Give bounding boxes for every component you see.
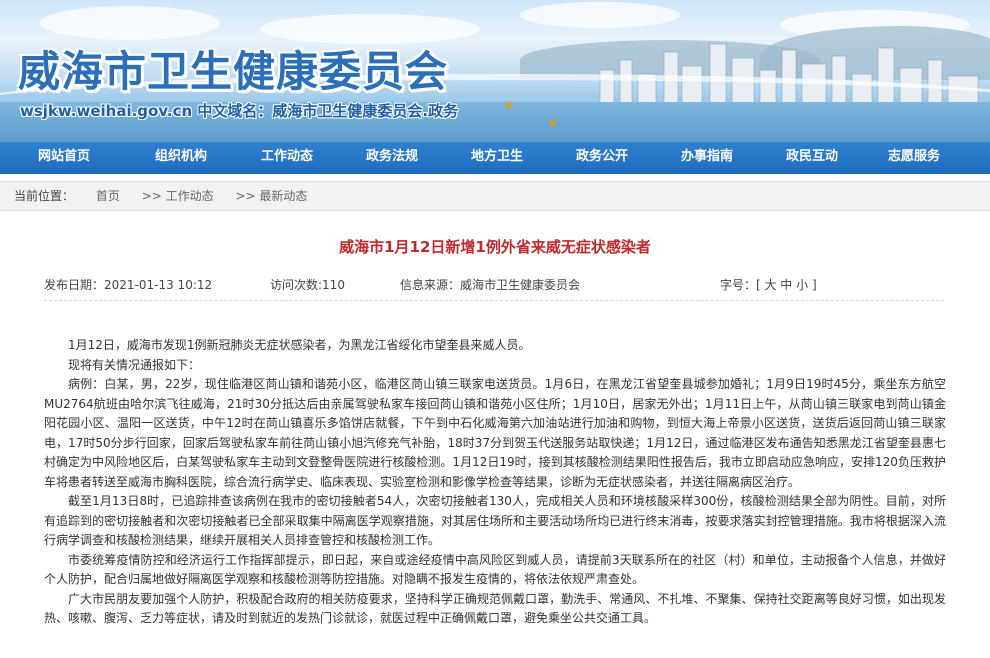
article-meta: 发布日期：2021-01-13 10:12 访问次数:110 信息来源：威海市卫… (44, 276, 944, 292)
info-source: 信息来源：威海市卫生健康委员会 (400, 278, 581, 292)
cloud-decoration (520, 2, 680, 28)
font-size-switch[interactable]: 字号：[ 大 中 小 ] (720, 276, 817, 293)
butterfly-icon: ❦ (548, 116, 559, 130)
site-banner: ❦ ❦ 威海市卫生健康委员会 wsjkw.weihai.gov.cn 中文域名：… (0, 0, 990, 142)
publish-date: 发布日期：2021-01-13 10:12 (44, 278, 213, 292)
paragraph: 病例：白某，男，22岁，现住临港区苘山镇和谐苑小区，临港区苘山镇三联家电送货员。… (44, 377, 946, 489)
main-nav: 网站首页 组织机构 工作动态 政务法规 地方卫生 政务公开 办事指南 政民互动 … (0, 142, 990, 174)
breadcrumb-home[interactable]: 首页 (96, 189, 120, 203)
breadcrumb-label: 当前位置： (14, 189, 75, 203)
site-domain: wsjkw.weihai.gov.cn 中文域名：威海市卫生健康委员会.政务 (20, 102, 459, 120)
nav-item-work-news[interactable]: 工作动态 (234, 142, 340, 174)
site-title: 威海市卫生健康委员会 (18, 47, 449, 96)
nav-item-volunteer[interactable]: 志愿服务 (864, 142, 964, 174)
nav-item-home[interactable]: 网站首页 (0, 142, 128, 174)
paragraph: 市委统筹疫情防控和经济运行工作指挥部提示，即日起，来自或途经疫情中高风险区到威人… (44, 552, 946, 587)
nav-item-local-health[interactable]: 地方卫生 (444, 142, 550, 174)
cloud-decoration (40, 6, 220, 40)
paragraph: 广大市民朋友要加强个人防护，积极配合政府的相关防疫要求，坚持科学正确规范佩戴口罩… (44, 591, 946, 626)
paragraph: 截至1月13日8时，已追踪排查该病例在我市的密切接触者54人，次密切接触者130… (44, 494, 946, 547)
article-body: 1月12日，威海市发现1例新冠肺炎无症状感染者，为黑龙江省绥化市望奎县来威人员。… (44, 336, 946, 629)
nav-item-interaction[interactable]: 政民互动 (760, 142, 864, 174)
nav-item-public-affairs[interactable]: 政务公开 (550, 142, 654, 174)
paragraph: 现将有关情况通报如下： (68, 357, 201, 372)
breadcrumb: 当前位置： 首页 >> 工作动态 >> 最新动态 (0, 181, 990, 211)
nav-item-organization[interactable]: 组织机构 (128, 142, 234, 174)
breadcrumb-latest-news[interactable]: >> 最新动态 (235, 189, 307, 203)
paragraph: 1月12日，威海市发现1例新冠肺炎无症状感染者，为黑龙江省绥化市望奎县来威人员。 (68, 338, 531, 352)
breadcrumb-work-news[interactable]: >> 工作动态 (142, 189, 214, 203)
nav-item-service-guide[interactable]: 办事指南 (654, 142, 760, 174)
meta-divider (44, 300, 944, 301)
visit-count: 访问次数:110 (270, 278, 345, 292)
butterfly-icon: ❦ (504, 98, 515, 112)
nav-item-regulations[interactable]: 政务法规 (340, 142, 444, 174)
article-title: 威海市1月12日新增1例外省来威无症状感染者 (339, 238, 651, 256)
